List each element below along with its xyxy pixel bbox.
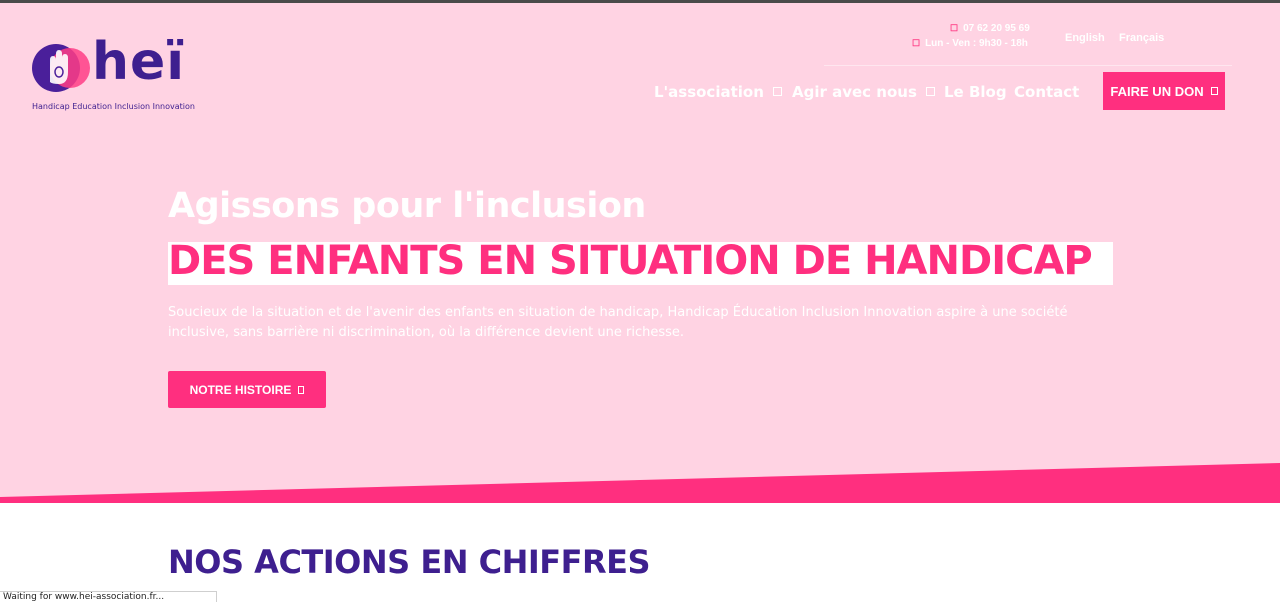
section-title: NOS ACTIONS EN CHIFFRES	[168, 543, 651, 581]
logo-hand-icon	[32, 44, 90, 92]
browser-status-bar: Waiting for www.hei-association.fr...	[0, 591, 217, 602]
nav-item-association[interactable]: L'association	[654, 83, 782, 101]
nav-item-blog[interactable]: Le Blog	[944, 83, 1007, 101]
header-phone[interactable]: ☐ 07 62 20 95 69	[950, 23, 1030, 34]
lang-francais[interactable]: Français	[1119, 32, 1164, 44]
clock-icon: ☐	[912, 38, 921, 48]
hero-section: heï Handicap Education Inclusion Innovat…	[0, 3, 1280, 503]
header-separator	[824, 65, 1232, 66]
hero-divider-shape	[0, 463, 1280, 503]
phone-icon: ☐	[950, 23, 959, 33]
nav-item-label: Le Blog	[944, 83, 1007, 101]
nav-item-label: Agir avec nous	[792, 83, 917, 101]
our-story-button[interactable]: NOTRE HISTOIRE	[168, 371, 326, 408]
nav-item-agir[interactable]: Agir avec nous	[792, 83, 935, 101]
arrow-right-icon	[298, 385, 305, 394]
donate-button[interactable]: FAIRE UN DON	[1103, 72, 1225, 110]
nav-item-label: Contact	[1014, 83, 1080, 101]
lang-english[interactable]: English	[1065, 32, 1105, 44]
nav-item-label: L'association	[654, 83, 764, 101]
logo-wordmark: heï	[92, 32, 186, 92]
chevron-down-icon	[772, 87, 782, 96]
header-hours-text: Lun - Ven : 9h30 - 18h	[925, 38, 1028, 49]
header-hours: ☐ Lun - Ven : 9h30 - 18h	[912, 38, 1028, 49]
our-story-button-label: NOTRE HISTOIRE	[189, 382, 292, 397]
chevron-down-icon	[925, 87, 935, 96]
hero-subtitle: DES ENFANTS EN SITUATION DE HANDICAP	[168, 238, 1093, 284]
header-phone-text: 07 62 20 95 69	[963, 23, 1030, 34]
arrow-right-icon	[1210, 87, 1218, 95]
hero-title: Agissons pour l'inclusion	[168, 186, 646, 226]
logo-tagline: Handicap Education Inclusion Innovation	[32, 102, 195, 111]
hero-description: Soucieux de la situation et de l'avenir …	[168, 305, 1068, 340]
nav-item-contact[interactable]: Contact	[1014, 83, 1079, 101]
site-logo[interactable]: heï Handicap Education Inclusion Innovat…	[32, 32, 202, 118]
donate-button-label: FAIRE UN DON	[1110, 83, 1204, 99]
